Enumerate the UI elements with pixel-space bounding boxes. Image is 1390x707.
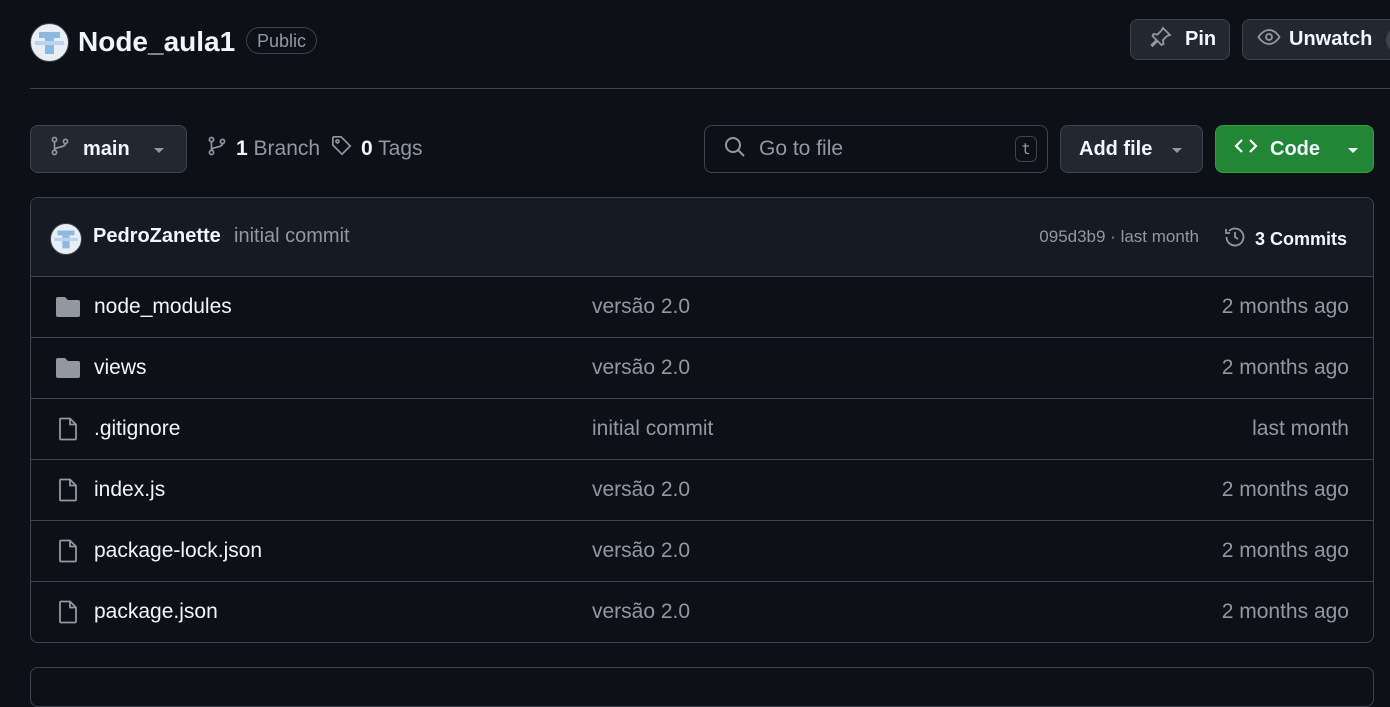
commit-author[interactable]: PedroZanette — [93, 225, 221, 248]
file-row[interactable]: node_modules versão 2.0 2 months ago — [31, 277, 1373, 338]
file-name[interactable]: index.js — [94, 478, 165, 502]
pin-label: Pin — [1185, 28, 1217, 50]
add-file-button[interactable]: Add file — [1060, 125, 1203, 173]
visibility-badge: Public — [246, 27, 318, 54]
branch-name: main — [83, 137, 130, 160]
file-name[interactable]: views — [94, 356, 147, 380]
search-icon — [723, 135, 747, 164]
commits-count-label: 3 Commits — [1255, 229, 1348, 249]
file-icon — [55, 478, 81, 502]
chevron-down-icon — [152, 138, 166, 161]
readme-card — [30, 667, 1374, 707]
file-row[interactable]: package-lock.json versão 2.0 2 months ago — [31, 521, 1373, 582]
file-name[interactable]: node_modules — [94, 295, 232, 319]
unwatch-label: Unwatch — [1289, 28, 1373, 50]
file-name[interactable]: .gitignore — [94, 417, 180, 441]
unwatch-button[interactable]: Unwatch 1 — [1242, 19, 1390, 60]
file-icon — [55, 539, 81, 563]
tag-label: Tags — [378, 137, 423, 160]
file-commit-date: 2 months ago — [1221, 600, 1349, 623]
file-commit-message[interactable]: initial commit — [592, 417, 713, 441]
file-name[interactable]: package.json — [94, 600, 218, 624]
code-button[interactable]: Code — [1215, 125, 1374, 173]
file-commit-message[interactable]: versão 2.0 — [592, 356, 690, 380]
folder-icon — [55, 295, 81, 319]
pin-button[interactable]: Pin — [1130, 19, 1230, 60]
code-label: Code — [1270, 137, 1320, 160]
tag-count: 0 — [361, 137, 373, 160]
git-branch-icon — [206, 135, 228, 163]
tag-icon — [331, 135, 353, 163]
header-divider — [30, 88, 1390, 89]
file-commit-date: 2 months ago — [1221, 356, 1349, 379]
chevron-down-icon — [1170, 138, 1184, 161]
file-commit-date: 2 months ago — [1221, 539, 1349, 562]
author-avatar[interactable] — [50, 223, 82, 255]
keyboard-shortcut: t — [1015, 136, 1037, 162]
folder-icon — [55, 356, 81, 380]
commits-history-link[interactable]: 3 Commits — [1223, 225, 1347, 254]
eye-icon — [1257, 25, 1281, 55]
commit-message[interactable]: initial commit — [234, 225, 350, 248]
go-to-file-input[interactable]: Go to file t — [704, 125, 1048, 173]
file-commit-message[interactable]: versão 2.0 — [592, 478, 690, 502]
file-table: PedroZanette initial commit 095d3b9 · la… — [30, 197, 1374, 643]
file-row[interactable]: index.js versão 2.0 2 months ago — [31, 460, 1373, 521]
branches-link[interactable]: 1 Branch — [206, 125, 320, 173]
file-row[interactable]: views versão 2.0 2 months ago — [31, 338, 1373, 399]
tags-link[interactable]: 0 Tags — [331, 125, 423, 173]
file-icon — [55, 417, 81, 441]
pin-icon — [1149, 25, 1173, 55]
file-commit-date: last month — [1252, 417, 1349, 440]
commit-hash-date[interactable]: 095d3b9 · last month — [1039, 227, 1199, 247]
file-commit-message[interactable]: versão 2.0 — [592, 295, 690, 319]
code-icon — [1234, 136, 1258, 162]
chevron-down-icon — [1346, 138, 1360, 161]
branch-count: 1 — [236, 137, 248, 160]
file-icon — [55, 600, 81, 624]
owner-avatar[interactable] — [30, 23, 69, 62]
file-name[interactable]: package-lock.json — [94, 539, 262, 563]
file-row[interactable]: .gitignore initial commit last month — [31, 399, 1373, 460]
git-branch-icon — [49, 135, 71, 163]
watch-count: 1 — [1386, 26, 1390, 53]
file-commit-message[interactable]: versão 2.0 — [592, 600, 690, 624]
add-file-label: Add file — [1079, 137, 1153, 160]
search-placeholder: Go to file — [759, 137, 844, 160]
file-commit-date: 2 months ago — [1221, 295, 1349, 318]
branch-label: Branch — [253, 137, 321, 160]
file-commit-date: 2 months ago — [1221, 478, 1349, 501]
file-commit-message[interactable]: versão 2.0 — [592, 539, 690, 563]
file-row[interactable]: package.json versão 2.0 2 months ago — [31, 582, 1373, 642]
latest-commit-bar: PedroZanette initial commit 095d3b9 · la… — [31, 198, 1373, 277]
history-icon — [1223, 225, 1247, 254]
repo-name[interactable]: Node_aula1 — [78, 24, 235, 60]
branch-selector[interactable]: main — [30, 125, 187, 173]
